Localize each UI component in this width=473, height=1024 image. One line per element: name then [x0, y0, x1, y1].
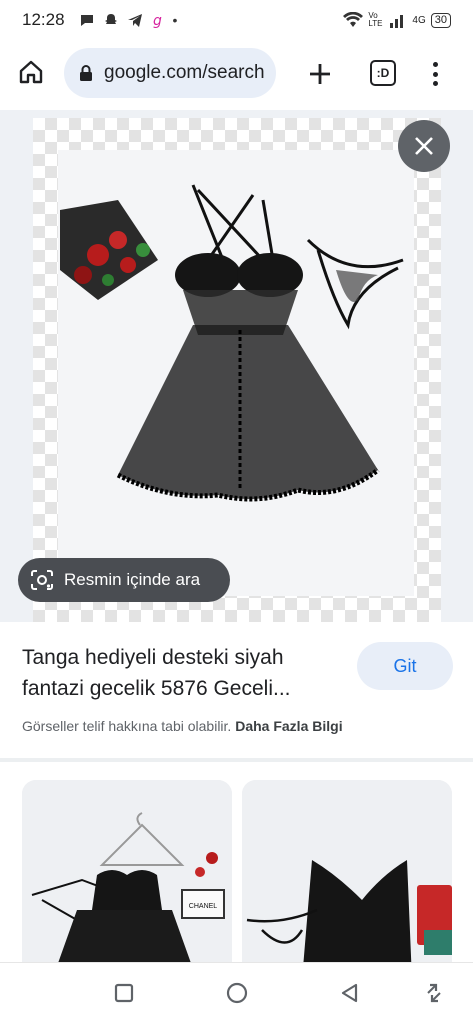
address-bar[interactable]: google.com/search [64, 48, 276, 98]
related-images: CHANEL [0, 762, 473, 962]
rotate-button[interactable] [422, 981, 446, 1005]
home-nav-button[interactable] [225, 981, 249, 1005]
image-viewer: Resmin içinde ara [0, 110, 473, 622]
flower-bouquet [60, 200, 158, 300]
home-circle-icon [226, 982, 248, 1004]
system-navigation-bar [0, 962, 473, 1024]
home-button[interactable] [16, 57, 46, 87]
related-image-1[interactable]: CHANEL [22, 780, 232, 962]
status-time: 12:28 [22, 10, 65, 29]
result-info: Tanga hediyeli desteki siyah fantazi gec… [0, 622, 473, 758]
lens-icon [31, 570, 53, 590]
back-button[interactable] [338, 981, 362, 1005]
app-notification-icon: g [153, 13, 162, 28]
product-photo [60, 184, 404, 502]
battery-indicator: 30 [430, 12, 451, 28]
recents-icon [114, 983, 134, 1003]
copyright-notice: Görseller telif hakkına tabi olabilir. D… [22, 718, 343, 734]
new-tab-button[interactable] [305, 59, 335, 89]
copyright-text: Görseller telif hakkına tabi olabilir. [22, 718, 232, 734]
notification-dot: • [172, 12, 178, 28]
box-label: CHANEL [189, 903, 218, 910]
telegram-icon [127, 14, 142, 27]
lock-icon [80, 65, 92, 81]
browser-toolbar: google.com/search :D [0, 45, 473, 105]
chat-icon [80, 15, 93, 26]
network-type: 4G [412, 14, 426, 26]
more-info-link[interactable]: Daha Fazla Bilgi [235, 718, 342, 734]
snapchat-icon [104, 14, 117, 24]
rotate-icon [427, 983, 441, 1003]
menu-dot [432, 81, 438, 86]
back-triangle-icon [341, 983, 358, 1003]
volte-indicator: Vo LTE [368, 11, 383, 28]
related-photo-2 [242, 780, 452, 962]
related-photo-1: CHANEL [22, 780, 232, 962]
close-button[interactable] [398, 120, 450, 172]
url-text: google.com/search [104, 62, 265, 83]
plus-icon [310, 64, 330, 84]
search-inside-image-button[interactable]: Resmin içinde ara [18, 558, 230, 602]
status-bar: 12:28 g • Vo LTE 4G 30 [0, 0, 473, 40]
menu-dot [432, 62, 438, 67]
lens-label: Resmin içinde ara [64, 570, 201, 589]
home-icon [19, 60, 43, 84]
tab-switcher-button[interactable]: :D [370, 60, 396, 86]
visit-button[interactable]: Git [357, 642, 453, 690]
wifi-icon [343, 12, 364, 27]
related-image-2[interactable] [242, 780, 452, 962]
svg-text:g: g [153, 13, 162, 28]
result-title[interactable]: Tanga hediyeli desteki siyah fantazi gec… [22, 642, 342, 704]
close-icon [415, 137, 433, 155]
overflow-menu-button[interactable] [425, 59, 445, 89]
menu-dot [432, 71, 438, 77]
signal-icon [390, 15, 404, 28]
recents-button[interactable] [112, 981, 136, 1005]
product-image[interactable] [58, 150, 414, 596]
